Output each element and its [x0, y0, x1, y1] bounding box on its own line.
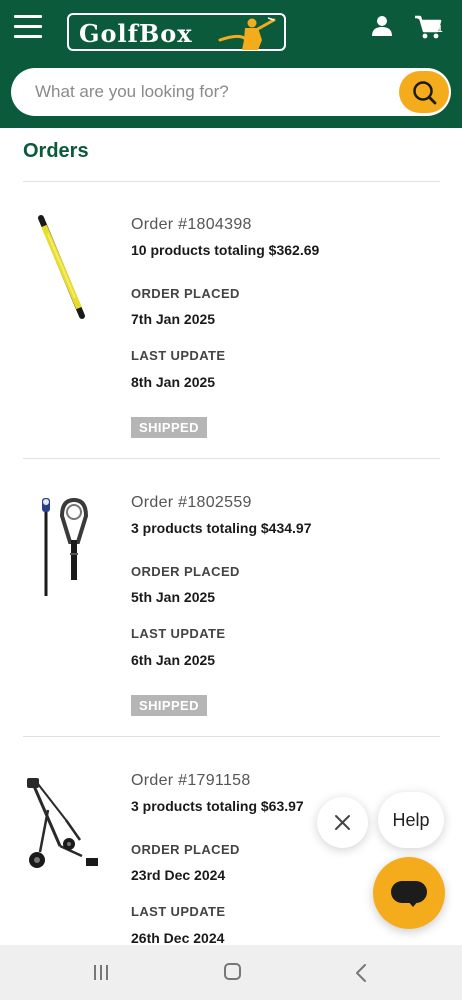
last-update-date: 6th Jan 2025 [131, 652, 216, 668]
order-summary: 3 products totaling $434.97 [131, 520, 312, 536]
order-placed-date: 7th Jan 2025 [131, 311, 216, 327]
order-placed-date: 5th Jan 2025 [131, 589, 216, 605]
order-placed-label: ORDER PLACED [131, 564, 240, 579]
search-button[interactable] [399, 71, 449, 113]
search-input[interactable] [35, 68, 385, 116]
page-title: Orders [23, 140, 89, 162]
divider [23, 736, 440, 737]
order-placed-date: 23rd Dec 2024 [131, 867, 226, 883]
menu-icon[interactable] [14, 15, 42, 39]
golfbox-logo[interactable]: GolfBox [67, 13, 286, 51]
home-icon[interactable] [224, 963, 241, 980]
account-icon[interactable] [370, 14, 394, 38]
last-update-date: 8th Jan 2025 [131, 374, 216, 390]
close-icon [335, 815, 350, 830]
recent-apps-icon[interactable] [94, 965, 112, 980]
golfer-icon [218, 17, 276, 50]
order-summary: 10 products totaling $362.69 [131, 242, 320, 258]
last-update-label: LAST UPDATE [131, 348, 226, 363]
order-number: Order #1791158 [131, 772, 251, 789]
last-update-date: 26th Dec 2024 [131, 930, 225, 946]
status-badge: SHIPPED [131, 695, 207, 716]
chat-button[interactable] [373, 857, 445, 929]
logo-text: GolfBox [79, 19, 193, 48]
order-card[interactable]: Order #1804398 10 products totaling $362… [0, 190, 462, 450]
help-bubble[interactable]: Help [378, 792, 444, 848]
back-icon[interactable] [354, 963, 368, 983]
order-number: Order #1802559 [131, 494, 252, 511]
system-nav-bar [0, 945, 462, 1000]
order-card[interactable]: Order #1802559 3 products totaling $434.… [0, 468, 462, 728]
push-cart-icon [27, 778, 98, 868]
last-update-label: LAST UPDATE [131, 626, 226, 641]
order-placed-label: ORDER PLACED [131, 286, 240, 301]
ball-retriever-icon [42, 497, 89, 596]
close-chat-button[interactable] [317, 797, 368, 848]
yellow-alignment-stick-icon [38, 215, 85, 319]
divider [23, 181, 440, 182]
divider [23, 458, 440, 459]
status-badge: SHIPPED [131, 417, 207, 438]
cart-count-badge: 1 [437, 24, 443, 35]
order-placed-label: ORDER PLACED [131, 842, 240, 857]
orders-page: GolfBox 1 What are you looking for? Orde… [0, 0, 462, 1000]
order-summary: 3 products totaling $63.97 [131, 798, 304, 814]
last-update-label: LAST UPDATE [131, 904, 226, 919]
search-icon [413, 81, 437, 105]
order-number: Order #1804398 [131, 216, 252, 233]
search-bar [11, 68, 451, 116]
site-header: GolfBox 1 [0, 0, 462, 128]
